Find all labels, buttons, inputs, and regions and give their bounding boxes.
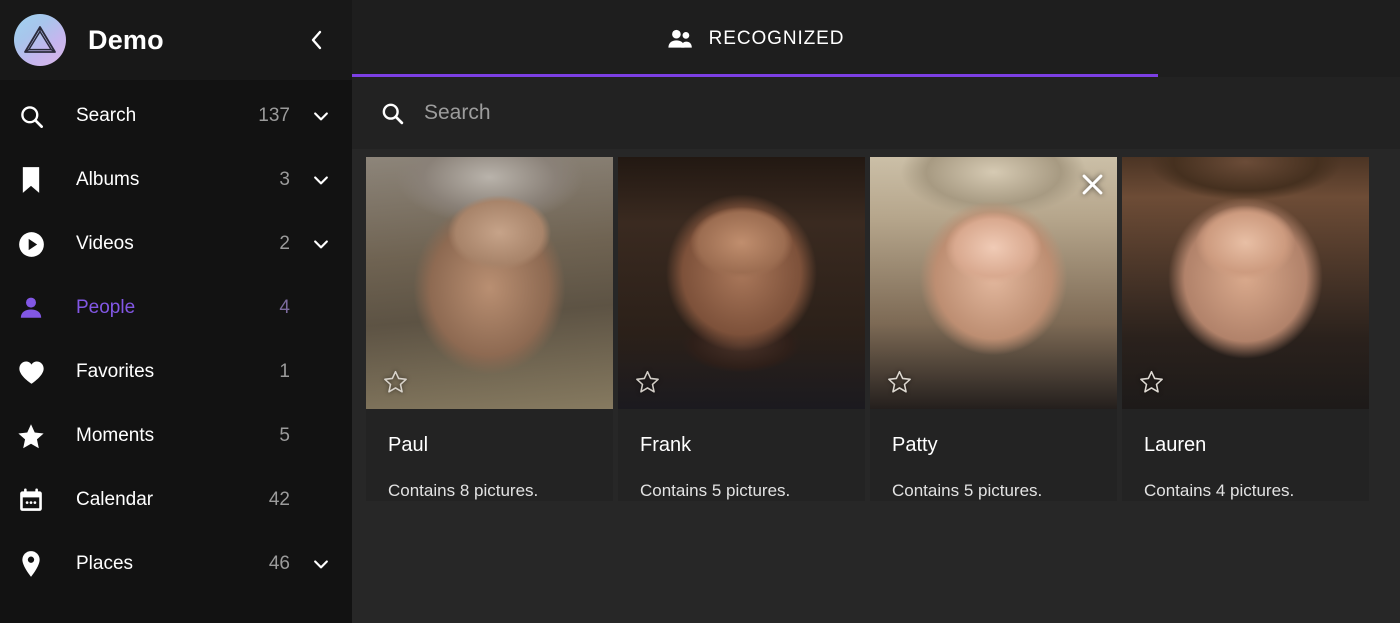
sidebar-item-count: 1 bbox=[279, 361, 290, 382]
people-grid: Paul Contains 8 pictures. Frank Contains… bbox=[366, 157, 1400, 501]
person-thumbnail[interactable] bbox=[1122, 157, 1369, 409]
sidebar-item-favorites[interactable]: Favorites 1 bbox=[0, 340, 352, 404]
person-card-body: Lauren Contains 4 pictures. bbox=[1122, 409, 1369, 501]
chevron-placeholder bbox=[310, 489, 332, 511]
person-subtitle: Contains 8 pictures. bbox=[388, 481, 539, 500]
sidebar-item-label: Favorites bbox=[76, 361, 155, 382]
chevron-placeholder bbox=[310, 425, 332, 447]
sidebar-item-label: Videos bbox=[76, 233, 134, 254]
search-bar bbox=[352, 77, 1400, 149]
search-icon bbox=[14, 101, 48, 131]
close-icon[interactable] bbox=[1077, 169, 1107, 199]
app-root: Demo Search 137 Albums 3 Videos 2 People… bbox=[0, 0, 1400, 623]
chevron-down-icon[interactable] bbox=[310, 169, 332, 191]
person-card[interactable]: Patty Contains 5 pictures. bbox=[870, 157, 1117, 501]
person-thumbnail[interactable] bbox=[618, 157, 865, 409]
favorite-star-icon[interactable] bbox=[1138, 369, 1164, 395]
search-icon bbox=[378, 99, 406, 127]
bookmark-icon bbox=[14, 165, 48, 195]
person-thumbnail[interactable] bbox=[870, 157, 1117, 409]
person-card-body: Patty Contains 5 pictures. bbox=[870, 409, 1117, 501]
person-card-body: Paul Contains 8 pictures. bbox=[366, 409, 613, 501]
person-thumbnail[interactable] bbox=[366, 157, 613, 409]
person-card[interactable]: Paul Contains 8 pictures. bbox=[366, 157, 613, 501]
star-icon bbox=[14, 421, 48, 451]
chevron-placeholder bbox=[310, 361, 332, 383]
map-pin-icon bbox=[14, 549, 48, 579]
chevron-down-icon[interactable] bbox=[310, 233, 332, 255]
tab-recognized[interactable]: RECOGNIZED bbox=[352, 0, 1158, 77]
person-icon bbox=[14, 293, 48, 323]
person-name: Lauren bbox=[1144, 434, 1207, 456]
person-card[interactable]: Lauren Contains 4 pictures. bbox=[1122, 157, 1369, 501]
person-subtitle: Contains 5 pictures. bbox=[892, 481, 1043, 500]
person-card-body: Frank Contains 5 pictures. bbox=[618, 409, 865, 501]
sidebar-item-places[interactable]: Places 46 bbox=[0, 532, 352, 596]
app-title: Demo bbox=[88, 24, 164, 55]
favorite-star-icon[interactable] bbox=[634, 369, 660, 395]
sidebar-nav: Search 137 Albums 3 Videos 2 People 4 Fa… bbox=[0, 80, 352, 623]
person-subtitle: Contains 4 pictures. bbox=[1144, 481, 1295, 500]
person-name: Frank bbox=[640, 434, 692, 456]
search-input[interactable] bbox=[424, 93, 1400, 133]
sidebar-item-count: 42 bbox=[268, 489, 290, 510]
sidebar-item-calendar[interactable]: Calendar 42 bbox=[0, 468, 352, 532]
tab-active-indicator bbox=[352, 74, 1158, 77]
tab-bar: RECOGNIZED bbox=[352, 0, 1400, 77]
sidebar-item-count: 2 bbox=[279, 233, 290, 254]
sidebar-item-count: 46 bbox=[268, 553, 290, 574]
main-content: RECOGNIZED Search Paul Contains 8 pictur… bbox=[352, 0, 1400, 623]
people-grid-area: Paul Contains 8 pictures. Frank Contains… bbox=[352, 149, 1400, 623]
sidebar-item-label: Search bbox=[76, 105, 137, 126]
sidebar-item-count: 5 bbox=[279, 425, 290, 446]
sidebar-item-label: Places bbox=[76, 553, 134, 574]
sidebar-item-moments[interactable]: Moments 5 bbox=[0, 404, 352, 468]
person-card[interactable]: Frank Contains 5 pictures. bbox=[618, 157, 865, 501]
sidebar: Demo Search 137 Albums 3 Videos 2 People… bbox=[0, 0, 352, 623]
calendar-icon bbox=[14, 485, 48, 515]
play-circle-icon bbox=[14, 229, 48, 259]
triangle-logo-icon bbox=[14, 14, 66, 66]
sidebar-header: Demo bbox=[0, 0, 352, 80]
people-icon bbox=[666, 27, 694, 51]
sidebar-item-count: 137 bbox=[258, 105, 290, 126]
person-subtitle: Contains 5 pictures. bbox=[640, 481, 791, 500]
sidebar-item-albums[interactable]: Albums 3 bbox=[0, 148, 352, 212]
sidebar-item-label: Calendar bbox=[76, 489, 154, 510]
sidebar-item-count: 3 bbox=[279, 169, 290, 190]
favorite-star-icon[interactable] bbox=[886, 369, 912, 395]
favorite-star-icon[interactable] bbox=[382, 369, 408, 395]
sidebar-item-label: People bbox=[76, 297, 136, 318]
tab-label: RECOGNIZED bbox=[708, 27, 845, 49]
sidebar-item-videos[interactable]: Videos 2 bbox=[0, 212, 352, 276]
sidebar-item-label: Albums bbox=[76, 169, 140, 190]
sidebar-item-count: 4 bbox=[279, 297, 290, 318]
sidebar-item-people[interactable]: People 4 bbox=[0, 276, 352, 340]
sidebar-item-search[interactable]: Search 137 bbox=[0, 84, 352, 148]
chevron-left-icon[interactable] bbox=[302, 25, 332, 55]
person-name: Patty bbox=[892, 434, 938, 456]
heart-icon bbox=[14, 357, 48, 387]
person-name: Paul bbox=[388, 434, 429, 456]
chevron-down-icon[interactable] bbox=[310, 105, 332, 127]
chevron-placeholder bbox=[310, 297, 332, 319]
chevron-down-icon[interactable] bbox=[310, 553, 332, 575]
sidebar-item-label: Moments bbox=[76, 425, 155, 446]
